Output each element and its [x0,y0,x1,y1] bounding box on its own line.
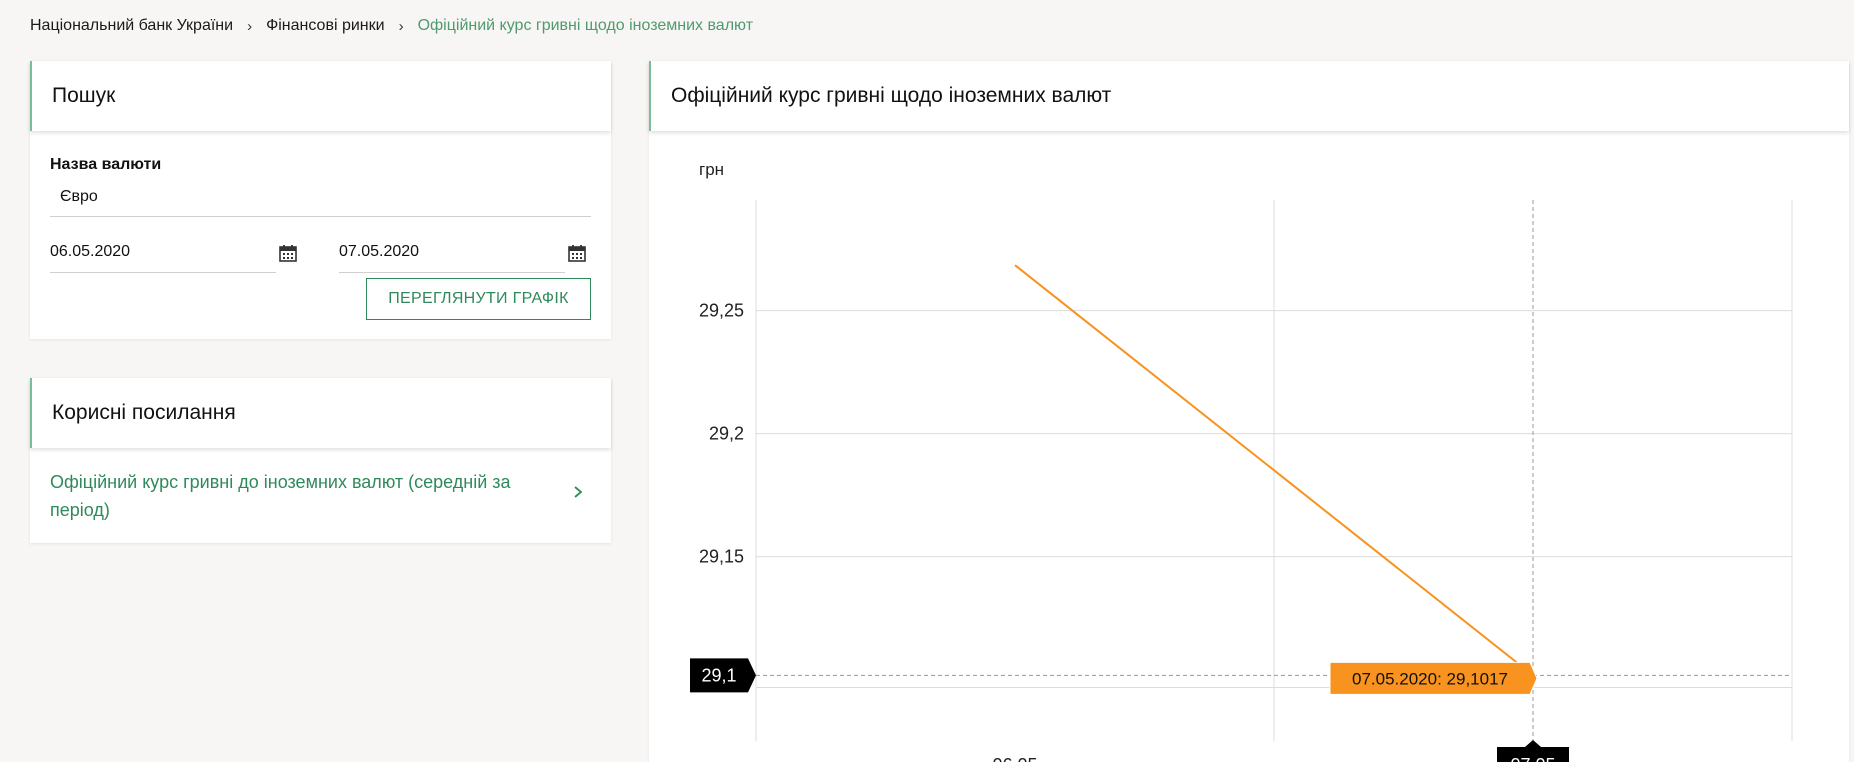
link-average-rate[interactable]: Офіційний курс гривні до іноземних валют… [50,468,550,524]
chevron-right-icon: › [398,17,404,35]
crosshair-y-label: 29,1 [701,665,736,685]
crosshair-x-label: 07.05 [1510,755,1555,762]
rate-chart[interactable]: грн 29,25 29,2 29,15 29,1 07.05.2020: 29,1017… [649,61,1849,762]
breadcrumb-item-nbu[interactable]: Національний банк України [30,17,233,35]
chart-title: Офіційний курс гривні щодо іноземних вал… [649,61,1849,131]
y-tick-label: 29,15 [699,547,744,567]
breadcrumb: Національний банк України › Фінансові ри… [30,17,753,35]
chevron-right-icon[interactable] [571,484,585,500]
x-tick-label: 06.05 [992,755,1037,762]
calendar-icon[interactable] [567,243,587,263]
date-from-field [50,233,297,273]
date-from-input[interactable] [50,233,250,271]
currency-label: Назва валюти [50,156,162,173]
calendar-icon[interactable] [278,243,298,263]
breadcrumb-item-financial-markets[interactable]: Фінансові ринки [266,17,384,35]
date-to-input[interactable] [339,233,539,271]
view-chart-button[interactable]: ПЕРЕГЛЯНУТИ ГРАФІК [366,278,591,320]
y-axis-label: грн [699,160,724,179]
tooltip-label: 07.05.2020: 29,1017 [1352,669,1508,688]
breadcrumb-item-current: Офіційний курс гривні щодо іноземних вал… [417,17,754,34]
chevron-right-icon: › [247,17,253,35]
useful-links-title: Корисні посилання [30,378,611,448]
date-to-field [339,233,586,273]
y-tick-label: 29,25 [699,301,744,321]
search-card-title: Пошук [30,61,611,131]
y-tick-label: 29,2 [709,424,744,444]
chart-card: Офіційний курс гривні щодо іноземних вал… [649,61,1849,762]
search-card: Пошук Назва валюти ПЕРЕГЛЯНУТИ ГРАФІК [30,61,611,339]
useful-links-card: Корисні посилання Офіційний курс гривні … [30,378,611,543]
currency-input[interactable] [50,177,591,217]
